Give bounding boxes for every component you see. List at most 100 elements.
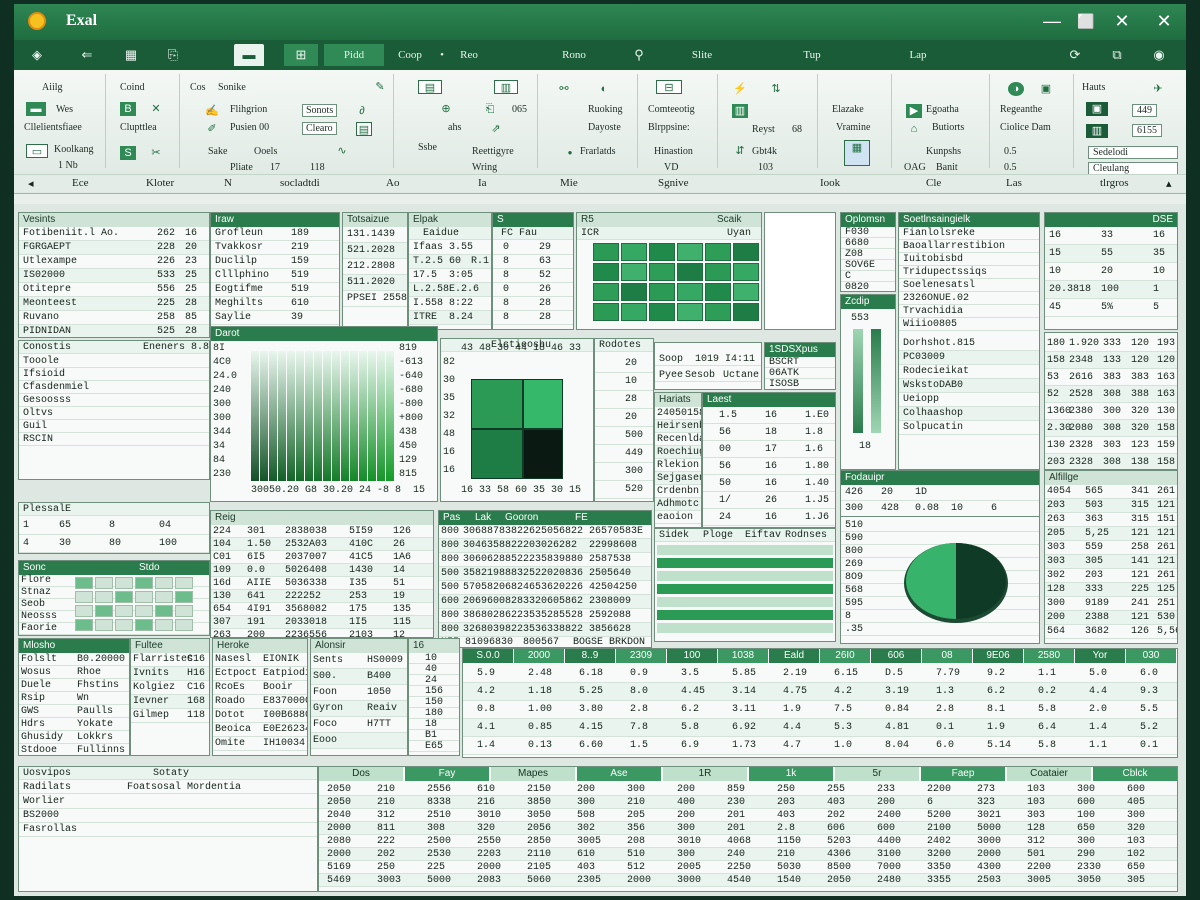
column-header[interactable]: 2580	[1024, 649, 1074, 663]
grid-cell[interactable]	[621, 263, 647, 281]
column-header[interactable]: Fay	[405, 767, 489, 781]
column-header[interactable]: S.0.0	[463, 649, 513, 663]
column-header[interactable]: 2000	[514, 649, 564, 663]
style-dropdown[interactable]: Sedelodi	[1088, 146, 1178, 159]
grid-cell[interactable]	[175, 619, 193, 631]
sum-icon[interactable]: ⇵	[732, 144, 748, 158]
chart-icon[interactable]: ⚡	[732, 82, 748, 96]
paste-icon[interactable]: ▬	[26, 102, 46, 116]
undo-icon[interactable]: ⇐	[74, 44, 100, 66]
column-header[interactable]: 26I0	[820, 649, 870, 663]
underline-icon[interactable]: S	[120, 146, 136, 160]
zoom-field[interactable]: 6155	[1132, 124, 1162, 137]
account-icon[interactable]: ◉	[1146, 44, 1172, 66]
maximize-button[interactable]: ⬜	[1068, 7, 1104, 35]
macro-record-icon[interactable]: ▣	[1086, 102, 1108, 116]
clear-button[interactable]: Clearo	[302, 122, 337, 135]
panel-rodotes[interactable]: Rodotes 20 10 28 20 500 449 300 520	[594, 338, 654, 502]
fill-color-icon[interactable]: ◐	[596, 82, 612, 96]
panel-heroke[interactable]: Heroke Nasesl EIONIK Ectpoct Eatpiodia RcoEs…	[212, 638, 308, 756]
grid-icon[interactable]: ▦	[118, 44, 144, 66]
column-header[interactable]: Coataier	[1007, 767, 1091, 781]
tab-tup[interactable]: Tup	[794, 44, 830, 66]
chart-darot[interactable]: Darot 8I 4C0 24.0 240 300 300 344 34 84 230 819 -61…	[210, 326, 438, 502]
column-header[interactable]: 08	[922, 649, 972, 663]
panel-totsaizue[interactable]: Totsaizue 131.1439 521.2028 212.2808 511.20…	[342, 212, 408, 330]
grid-cell[interactable]	[593, 263, 619, 281]
column-header[interactable]: Dos	[319, 767, 403, 781]
grid-cell[interactable]	[155, 605, 173, 617]
expand-icon[interactable]: ▴	[1166, 177, 1172, 190]
link-icon[interactable]: ⚲	[626, 44, 652, 66]
panel-values-grid[interactable]: 180 1.920 333 120 193 158 2348 133 120 120 53 2616 3…	[1044, 332, 1178, 470]
grid-cell[interactable]	[621, 283, 647, 301]
grid-cell[interactable]	[175, 605, 193, 617]
tab-reo[interactable]: Reo	[454, 44, 484, 66]
wave-icon[interactable]: ∿	[334, 144, 350, 158]
panel-zcdip[interactable]: Zcdip 553 18	[840, 294, 896, 470]
panel-alfillge[interactable]: Alfillge 4054 565 341 261 203 503 315 121 263 363…	[1044, 470, 1178, 644]
grid-cell[interactable]	[95, 591, 113, 603]
save-icon[interactable]: ⎘	[160, 44, 186, 66]
column-header[interactable]: 8..9	[565, 649, 615, 663]
format-painter-icon[interactable]: ▭	[26, 144, 48, 158]
panel-conostis[interactable]: Conostis Eneners 8.84 Tooole Ifsioid Cfasde…	[18, 340, 210, 480]
chart-elctieoshu[interactable]: Elctieoshu 82 30 35 32 48 16 16 43 48 30 44 18 46 33 1…	[440, 338, 594, 502]
grid-cell[interactable]	[705, 283, 731, 301]
panel-mlosho[interactable]: Mlosho Folslt B0.20000 Wosus Rhoe Duele Fhsti…	[18, 638, 130, 756]
grid-cell[interactable]	[115, 577, 133, 589]
column-header[interactable]: 606	[871, 649, 921, 663]
table-icon[interactable]: ▤	[356, 122, 372, 136]
zoom-icon[interactable]: ▣	[1038, 82, 1054, 96]
view-icon[interactable]: ◑	[1008, 82, 1024, 96]
comment-icon[interactable]: ⌂	[906, 122, 922, 136]
grid-cell[interactable]	[677, 263, 703, 281]
column-header[interactable]: 5r	[835, 767, 919, 781]
panel-reig[interactable]: Reig 224 301 2838038 5I59 126 104 1.50 2532A03 4…	[210, 510, 434, 638]
column-header[interactable]: Eald	[769, 649, 819, 663]
bold-icon[interactable]: B	[120, 102, 136, 116]
column-header[interactable]: 1k	[749, 767, 833, 781]
panel-settings-list[interactable]: Soetlnsaingielk Fianlolsreke Baoallarrest…	[898, 212, 1040, 470]
minimize-button[interactable]: —	[1034, 7, 1070, 35]
panel-dse[interactable]: DSE 16 33 16 15 55 35 10 20 10 20.3818 100 1 45 5% 5	[1044, 212, 1178, 330]
grid-cell[interactable]	[115, 619, 133, 631]
italic-icon[interactable]: ✕	[148, 102, 164, 116]
grid-cell[interactable]	[75, 591, 93, 603]
link-chain-icon[interactable]: ⚯	[556, 82, 572, 96]
grid-cell[interactable]	[621, 303, 647, 321]
grid-cell[interactable]	[593, 303, 619, 321]
grid-cell[interactable]	[705, 303, 731, 321]
column-header[interactable]: Yor	[1075, 649, 1125, 663]
panel-pie[interactable]: 510 590 800 269 8O9 568 595 8 .35	[840, 516, 1040, 644]
marker-icon[interactable]: ✐	[204, 122, 220, 136]
panel-fodauipr[interactable]: Fodauipr 426 20 1D 300 428 0.08 10 6	[840, 470, 1040, 518]
collapse-icon[interactable]: ◂	[28, 177, 34, 190]
grid-cell[interactable]	[733, 303, 759, 321]
grid-cell[interactable]	[649, 243, 675, 261]
column-header[interactable]: 9E06	[973, 649, 1023, 663]
grid-cell[interactable]	[75, 577, 93, 589]
tab-rono[interactable]: Rono	[554, 44, 594, 66]
close-button[interactable]: ✕	[1146, 7, 1182, 35]
panel-fc[interactable]: S FC Fau 0 29 8 63 8 52 0 26 8 28 8 28	[492, 212, 574, 330]
grid-cell[interactable]	[621, 243, 647, 261]
grid-cell[interactable]	[75, 619, 93, 631]
grid-cell[interactable]	[95, 605, 113, 617]
grid-cell[interactable]	[733, 283, 759, 301]
panel-blank-sheet[interactable]	[764, 212, 836, 330]
panel-elpak[interactable]: Elpak Eaidue Ifaas 3.55 T.2.5 60 R.1 17.5 3:05…	[408, 212, 492, 330]
grid-cell[interactable]	[95, 619, 113, 631]
refresh-icon[interactable]: ⟳	[1062, 44, 1088, 66]
pivot-icon[interactable]: ▦	[844, 140, 870, 166]
column-header[interactable]: 1038	[718, 649, 768, 663]
column-header[interactable]: Mapes	[491, 767, 575, 781]
column-header[interactable]: Faep	[921, 767, 1005, 781]
grid-cell[interactable]	[649, 263, 675, 281]
panel-plessale[interactable]: PlessalE 1 65 8 04 4 30 80 100	[18, 502, 210, 554]
brush-icon[interactable]: ✍	[204, 104, 220, 118]
column-header[interactable]: Cblck	[1093, 767, 1177, 781]
tab-coop[interactable]: Coop	[390, 44, 430, 66]
grid-cell[interactable]	[135, 577, 153, 589]
grid-cell[interactable]	[649, 303, 675, 321]
